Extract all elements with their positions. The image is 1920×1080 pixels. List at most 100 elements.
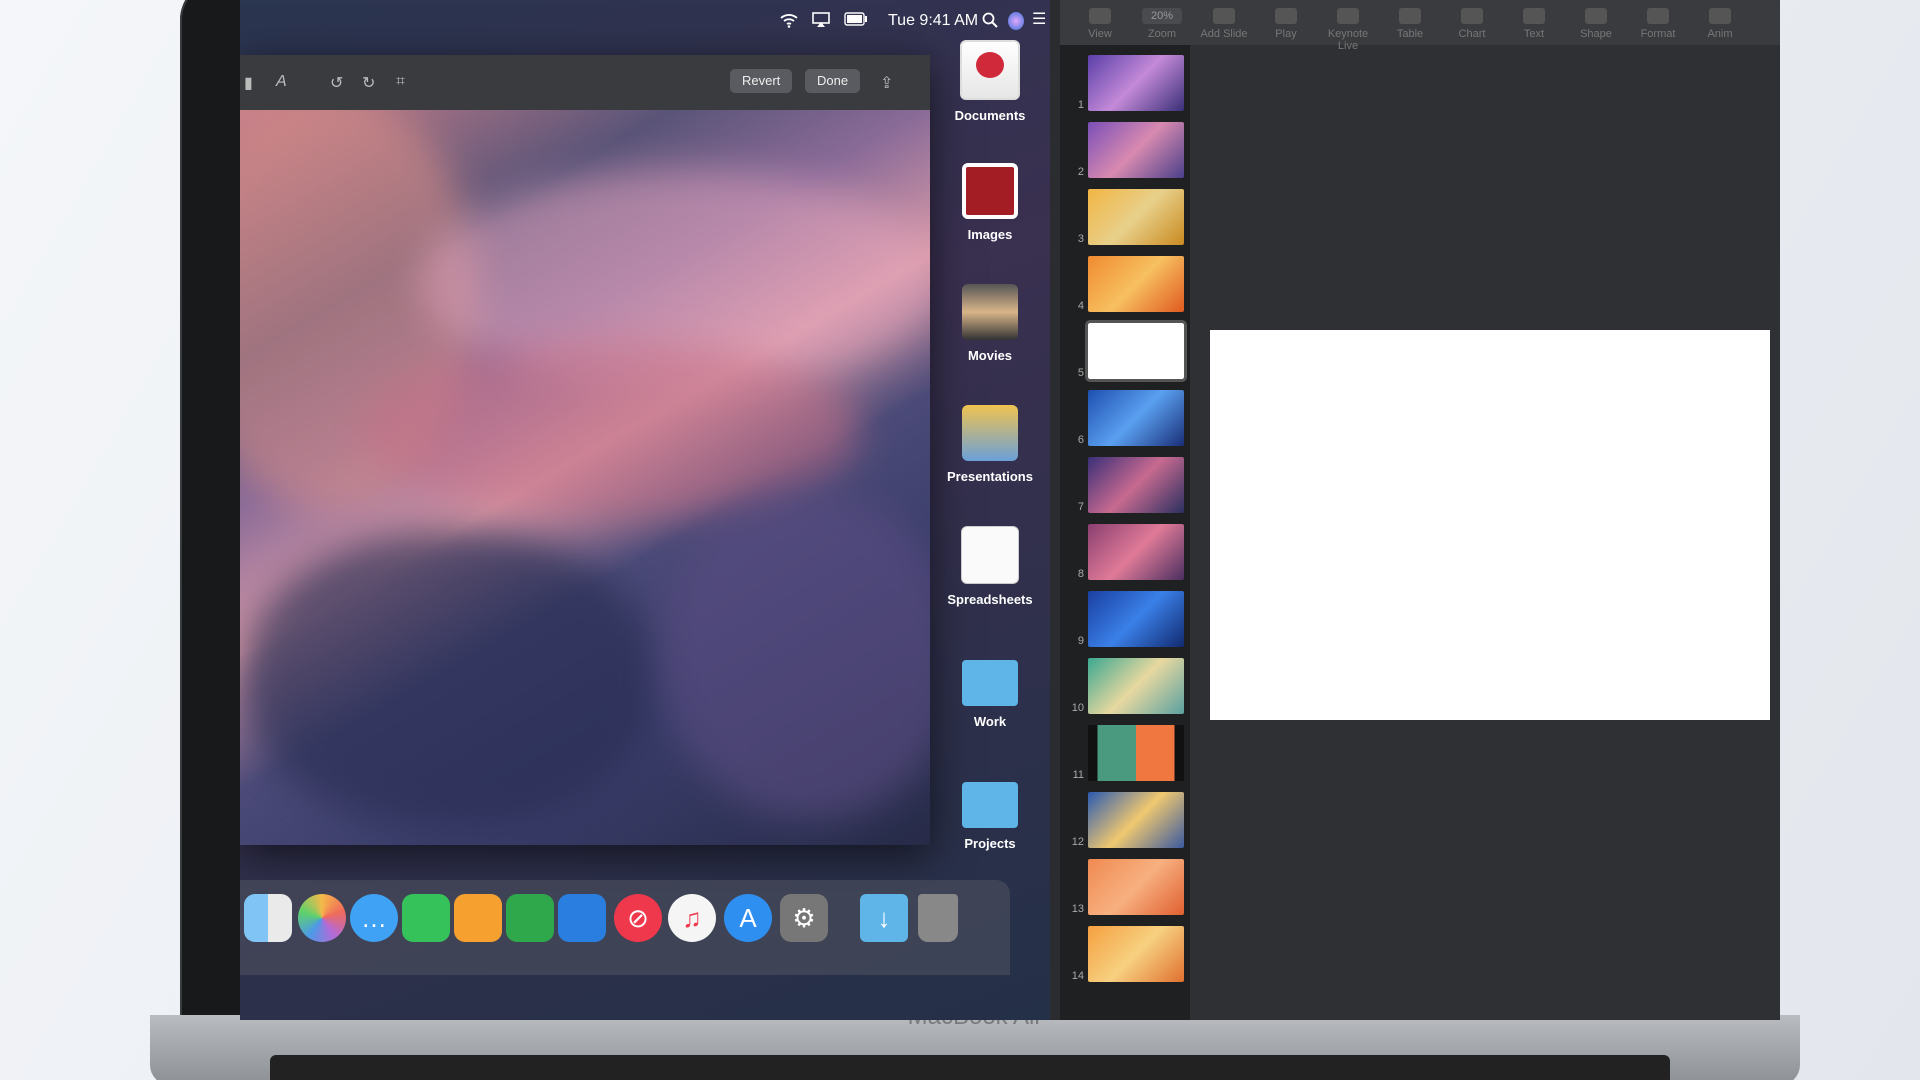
toolbar-add-slide[interactable]: Add Slide: [1194, 8, 1254, 40]
photo-canvas[interactable]: [240, 110, 930, 845]
slide-thumbnail[interactable]: [1088, 55, 1184, 111]
toolbar-glyph-icon: [1461, 8, 1483, 24]
slide-thumbnail[interactable]: [1088, 390, 1184, 446]
rotate-left-icon[interactable]: ↺: [330, 73, 348, 92]
keyboard: [270, 1055, 1670, 1080]
stack-work[interactable]: Work: [930, 650, 1050, 729]
slide-number: 11: [1072, 769, 1084, 781]
slide-thumbnail[interactable]: [1088, 725, 1184, 781]
toolbar-label: Play: [1275, 28, 1297, 40]
toolbar-anim[interactable]: Anim: [1690, 8, 1750, 40]
slide-thumbnail[interactable]: [1088, 457, 1184, 513]
toolbar-keynote-live[interactable]: Keynote Live: [1318, 8, 1378, 52]
toolbar-view[interactable]: View: [1070, 8, 1130, 40]
toolbar-glyph-icon: [1585, 8, 1607, 24]
toolbar-glyph-icon: [1523, 8, 1545, 24]
slide-number: 3: [1077, 233, 1084, 245]
slide-thumbnail[interactable]: [1088, 524, 1184, 580]
toolbar-label: Chart: [1458, 28, 1486, 40]
toolbar-label: Format: [1640, 28, 1676, 40]
slide-canvas[interactable]: [1210, 330, 1770, 720]
trash-icon[interactable]: [918, 894, 958, 942]
toolbar-glyph-icon: 20%: [1142, 8, 1182, 24]
desktop: Tue 9:41 AM ☰ ▮ A ↺ ↻ ⌗ Revert Done ⇪ Do…: [240, 0, 1050, 1020]
toolbar-label: Text: [1523, 28, 1545, 40]
system-preferences-icon[interactable]: ⚙: [780, 894, 828, 942]
numbers-icon[interactable]: [506, 894, 554, 942]
rotate-right-icon[interactable]: ↻: [362, 73, 380, 92]
text-style-icon[interactable]: A: [276, 73, 294, 91]
slide-thumbnail[interactable]: [1088, 859, 1184, 915]
slide-thumbnail[interactable]: [1088, 122, 1184, 178]
stack-documents[interactable]: Documents: [930, 40, 1050, 123]
toolbar-glyph-icon: [1647, 8, 1669, 24]
slide-number: 1: [1077, 99, 1084, 111]
photos-icon[interactable]: [298, 894, 346, 942]
slide-thumbnail[interactable]: [1088, 658, 1184, 714]
toolbar-format[interactable]: Format: [1628, 8, 1688, 40]
images-stack-icon: [962, 163, 1018, 219]
revert-button[interactable]: Revert: [730, 69, 793, 93]
slide-number: 14: [1071, 970, 1084, 982]
toolbar-table[interactable]: Table: [1380, 8, 1440, 40]
toolbar-glyph-icon: [1337, 8, 1359, 24]
crop-icon[interactable]: ⌗: [396, 73, 414, 91]
stack-movies[interactable]: Movies: [930, 284, 1050, 363]
stack-spreadsheets[interactable]: Spreadsheets: [930, 526, 1050, 607]
stack-images[interactable]: Images: [930, 163, 1050, 242]
toolbar-glyph-icon: [1399, 8, 1421, 24]
toolbar-play[interactable]: Play: [1256, 8, 1316, 40]
messages-icon[interactable]: …: [350, 894, 398, 942]
siri-icon[interactable]: [1008, 12, 1024, 30]
folder-icon: [962, 660, 1018, 706]
menu-bar: Tue 9:41 AM ☰: [240, 0, 1050, 42]
toolbar-zoom[interactable]: 20% Zoom: [1132, 8, 1192, 40]
slide-number: 7: [1077, 501, 1084, 513]
toolbar-glyph-icon: [1213, 8, 1235, 24]
done-button[interactable]: Done: [805, 69, 861, 93]
photo-editor-window: ▮ A ↺ ↻ ⌗ Revert Done ⇪: [240, 55, 930, 845]
toolbar-shape[interactable]: Shape: [1566, 8, 1626, 40]
toolbar-label: Table: [1396, 28, 1424, 40]
clock[interactable]: Tue 9:41 AM: [888, 12, 978, 30]
slide-thumbnail[interactable]: [1088, 189, 1184, 245]
toolbar-chart[interactable]: Chart: [1442, 8, 1502, 40]
slide-thumbnail[interactable]: [1088, 591, 1184, 647]
finder-icon[interactable]: [244, 894, 292, 942]
slide-thumbnail[interactable]: [1088, 926, 1184, 982]
markup-icon[interactable]: ▮: [244, 73, 262, 92]
slide-thumbnail[interactable]: [1088, 256, 1184, 312]
documents-stack-icon: [960, 40, 1020, 100]
slide-number: 10: [1071, 702, 1084, 714]
toolbar-glyph-icon: [1709, 8, 1731, 24]
wifi-icon[interactable]: [780, 12, 798, 30]
stack-projects[interactable]: Projects: [930, 772, 1050, 851]
toolbar-text[interactable]: Text: [1504, 8, 1564, 40]
pages-icon[interactable]: [454, 894, 502, 942]
slide-navigator: 1 2 3 4 5 6 7 8 9 10 11 12 13 14: [1060, 45, 1190, 1020]
slide-number: 9: [1077, 635, 1084, 647]
toolbar-label: Shape: [1580, 28, 1612, 40]
toolbar-glyph-icon: [1089, 8, 1111, 24]
downloads-folder-icon[interactable]: ↓: [860, 894, 908, 942]
facetime-icon[interactable]: [402, 894, 450, 942]
search-icon[interactable]: [982, 12, 998, 30]
news-icon[interactable]: ⊘: [614, 894, 662, 942]
airplay-icon[interactable]: [812, 12, 830, 30]
editor-toolbar: ▮ A ↺ ↻ ⌗ Revert Done ⇪: [240, 55, 930, 110]
battery-icon[interactable]: [844, 12, 868, 30]
slide-thumbnail[interactable]: [1085, 320, 1187, 382]
desktop-stacks: Documents Images Movies Presentations Sp…: [930, 40, 1050, 890]
slide-number: 4: [1077, 300, 1084, 312]
keynote-icon[interactable]: [558, 894, 606, 942]
control-center-icon[interactable]: ☰: [1032, 12, 1046, 30]
app-store-icon[interactable]: A: [724, 894, 772, 942]
movies-stack-icon: [962, 284, 1018, 340]
music-icon[interactable]: ♫: [668, 894, 716, 942]
stack-presentations[interactable]: Presentations: [930, 405, 1050, 484]
toolbar-label: Add Slide: [1200, 28, 1248, 40]
presentations-stack-icon: [962, 405, 1018, 461]
slide-number: 12: [1071, 836, 1084, 848]
share-icon[interactable]: ⇪: [880, 73, 898, 92]
slide-thumbnail[interactable]: [1088, 792, 1184, 848]
